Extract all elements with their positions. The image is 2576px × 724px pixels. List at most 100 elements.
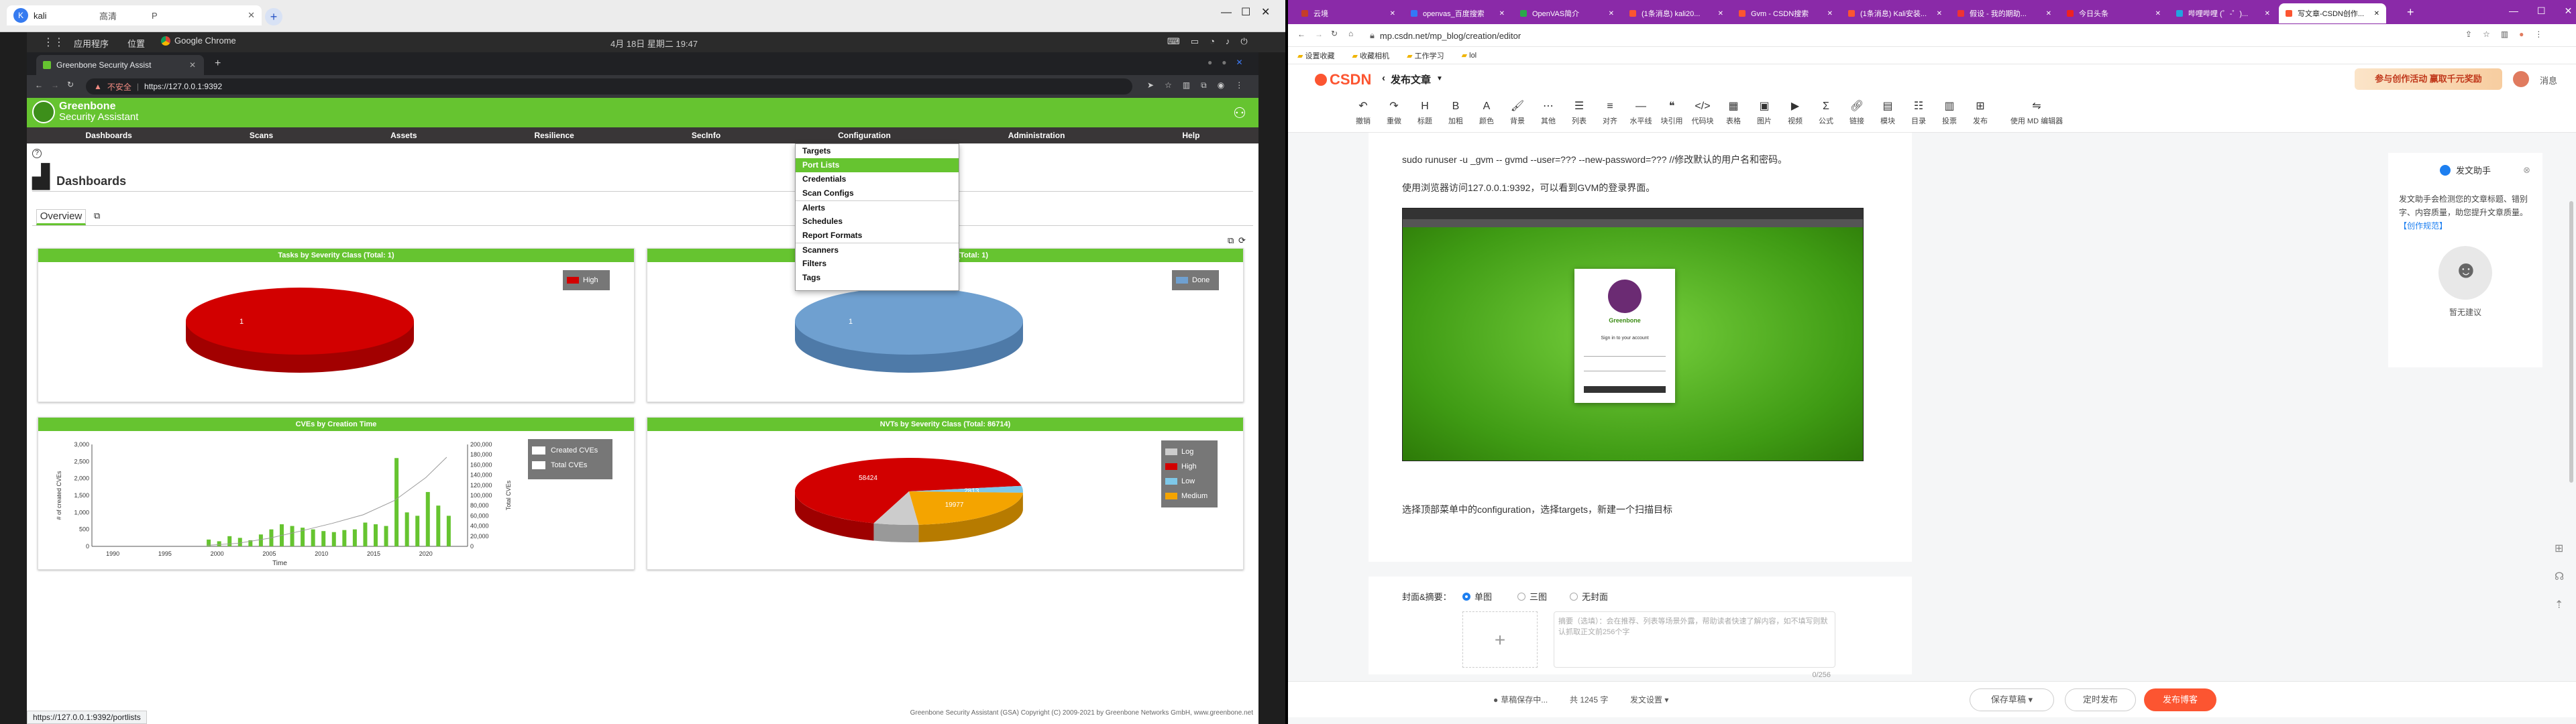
timed-publish-button[interactable]: 定时发布 [2065, 688, 2136, 711]
menu-icon[interactable]: ⋮ [2534, 29, 2542, 39]
toolbar-button[interactable]: ⊞ 发布 [1966, 101, 1995, 126]
vm-tab-kali[interactable]: K kali 高清 P ✕ [7, 5, 262, 25]
close-icon[interactable]: ✕ [1827, 10, 1833, 17]
close-icon[interactable]: ✕ [248, 10, 255, 21]
close-icon[interactable]: ⊗ [2523, 165, 2530, 176]
close-icon[interactable]: ✕ [1937, 10, 1942, 17]
toolbar-button[interactable]: Σ 公式 [1811, 101, 1841, 126]
bookmark-item[interactable]: ▰ 设置收藏 [1297, 50, 1335, 61]
activity-banner[interactable]: 参与创作活动 赢取千元奖励 [2355, 68, 2502, 90]
star-icon[interactable]: ☆ [2483, 29, 2490, 39]
close-icon[interactable]: ✕ [2265, 10, 2270, 17]
messages-link[interactable]: 消息 [2540, 74, 2557, 86]
close-icon[interactable]: ✕ [2565, 5, 2573, 17]
toolbar-button[interactable]: ↶ 撤销 [1348, 101, 1378, 126]
toolbar-button[interactable]: ⇋ 使用 MD 编辑器 [2004, 101, 2069, 126]
publish-settings[interactable]: 发文设置 ▾ [1630, 694, 1668, 705]
close-icon[interactable]: ✕ [2374, 10, 2379, 17]
home-icon[interactable]: ⌂ [1348, 29, 1353, 38]
forward-icon[interactable]: → [1315, 29, 1323, 39]
toolbar-button[interactable]: ▣ 图片 [1750, 101, 1779, 126]
nav-help[interactable]: Help [1182, 131, 1199, 140]
bell-icon[interactable]: ◔ [1210, 36, 1215, 47]
profile-icon[interactable]: ◉ [1218, 80, 1224, 90]
close-icon[interactable]: ✕ [1718, 10, 1723, 17]
nav-secinfo[interactable]: SecInfo [692, 131, 720, 140]
headset-icon[interactable]: ☊ [2555, 570, 2564, 583]
toolbar-button[interactable]: ≡ 对齐 [1595, 101, 1625, 126]
close-icon[interactable]: ✕ [189, 60, 196, 70]
profile-icon[interactable]: ● [2519, 29, 2524, 39]
config-menu-item[interactable]: Schedules [796, 215, 959, 229]
keyboard-icon[interactable]: ⌨ [1167, 36, 1180, 47]
toolbar-button[interactable]: B 加粗 [1441, 101, 1470, 126]
sidebar-icon[interactable]: ▥ [1183, 80, 1190, 90]
host-tab[interactable]: OpenVAS简介 ✕ [1513, 3, 1621, 23]
maximize-icon[interactable]: ☐ [2537, 5, 2546, 17]
nav-configuration[interactable]: Configuration [838, 131, 891, 140]
toolbar-button[interactable]: — 水平线 [1626, 101, 1656, 126]
config-menu-item[interactable]: Credentials [796, 172, 959, 186]
nav-scans[interactable]: Scans [250, 131, 273, 140]
close-icon[interactable]: ✕ [1609, 10, 1614, 17]
toolbar-button[interactable]: ☷ 目录 [1904, 101, 1933, 126]
toolbar-button[interactable]: ☰ 列表 [1564, 101, 1594, 126]
cover-opt-triple[interactable]: 三图 [1517, 590, 1547, 603]
tab-overview[interactable]: Overview [36, 209, 86, 225]
cover-upload[interactable]: + [1462, 611, 1538, 668]
forward-icon[interactable]: → [51, 80, 59, 90]
csdn-logo[interactable]: CSDN [1315, 71, 1371, 88]
host-omnibox[interactable]: 🔒︎ mp.csdn.net/mp_blog/creation/editor [1364, 27, 2465, 44]
guest-omnibox[interactable]: ▲ 不安全 | https://127.0.0.1:9392 [86, 78, 1132, 95]
toolbar-button[interactable]: ↷ 重做 [1379, 101, 1409, 126]
guest-tab-gsa[interactable]: Greenbone Security Assist ✕ [36, 55, 204, 75]
host-tab[interactable]: Gvm - CSDN搜索 ✕ [1732, 3, 1839, 23]
config-menu-item[interactable]: Targets [796, 144, 959, 158]
host-tab[interactable]: 今日头条 ✕ [2060, 3, 2167, 23]
extensions-icon[interactable]: ⧉ [1201, 80, 1207, 90]
cover-opt-none[interactable]: 无封面 [1570, 590, 1608, 603]
save-draft-button[interactable]: 保存草稿 ▾ [1970, 688, 2054, 711]
config-menu-item[interactable]: Scan Configs [796, 186, 959, 200]
maximize-icon[interactable]: ● [1222, 58, 1226, 67]
publish-button[interactable]: 发布博客 [2144, 688, 2216, 711]
reload-icon[interactable]: ↻ [1331, 29, 1338, 38]
bookmark-item[interactable]: ▰ 收藏相机 [1352, 50, 1390, 61]
scrollbar[interactable] [2569, 201, 2573, 483]
new-dashboard-icon[interactable]: ⧉ [94, 210, 100, 221]
star-icon[interactable]: ☆ [1165, 80, 1172, 90]
config-menu-item[interactable]: Port Lists [796, 158, 959, 172]
bookmark-item[interactable]: ▰ 工作学习 [1407, 50, 1444, 61]
new-tab-button[interactable]: + [2407, 5, 2414, 19]
host-tab[interactable]: 哔哩哔哩 (゜-゜)... ✕ [2169, 3, 2277, 23]
toolbar-button[interactable]: ▤ 模块 [1873, 101, 1902, 126]
menu-places[interactable]: 位置 [127, 37, 145, 50]
config-menu-item[interactable]: Report Formats [796, 229, 959, 243]
config-menu-item[interactable]: Alerts [796, 200, 959, 215]
menu-chrome[interactable]: Google Chrome [161, 36, 236, 46]
toolbar-button[interactable]: ⋯ 其他 [1534, 101, 1563, 126]
volume-icon[interactable]: ♪ [1226, 36, 1230, 47]
host-tab[interactable]: openvas_百度搜索 ✕ [1404, 3, 1511, 23]
editor-paper[interactable]: sudo runuser -u _gvm -- gvmd --user=??? … [1368, 133, 1912, 562]
toolbar-button[interactable]: </> 代码块 [1688, 101, 1717, 126]
close-window-icon[interactable]: ✕ [1261, 5, 1270, 19]
toolbar-button[interactable]: ▶ 视频 [1780, 101, 1810, 126]
back-icon[interactable]: ← [35, 80, 43, 90]
close-icon[interactable]: ✕ [1499, 10, 1505, 17]
grid-icon[interactable]: ⋮⋮ [43, 36, 64, 49]
help-icon[interactable]: ? [32, 149, 42, 158]
menu-icon[interactable]: ⋮ [1235, 80, 1243, 90]
toolbar-button[interactable]: 🖌︎ 背景 [1503, 101, 1532, 126]
back-to-articles[interactable]: ‹ 发布文章 ▼ [1382, 72, 1443, 86]
reset-icon[interactable]: ⟳ [1238, 235, 1246, 246]
minimize-icon[interactable]: — [2509, 5, 2518, 17]
toolbar-button[interactable]: ❝ 块引用 [1657, 101, 1686, 126]
back-icon[interactable]: ← [1297, 29, 1305, 39]
sidebar-icon[interactable]: ▥ [2501, 29, 2508, 39]
toolbar-button[interactable]: ▥ 投票 [1935, 101, 1964, 126]
toolbar-button[interactable]: A 颜色 [1472, 101, 1501, 126]
host-tab[interactable]: (1条消息) Kali安装... ✕ [1841, 3, 1949, 23]
reload-icon[interactable]: ↻ [67, 80, 74, 89]
config-menu-item[interactable]: Tags [796, 271, 959, 285]
